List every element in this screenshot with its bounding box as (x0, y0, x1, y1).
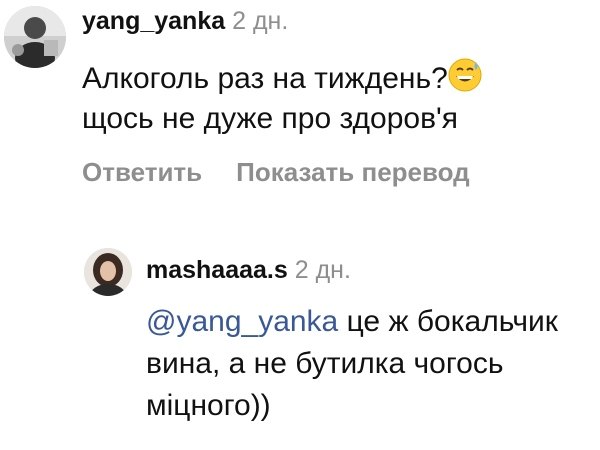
comment-time: 2 дн. (232, 7, 289, 35)
comment-text-line1: Алкоголь раз на тиждень? (82, 62, 448, 95)
mention-link[interactable]: @yang_yanka (146, 305, 338, 338)
username[interactable]: yang_yanka (82, 7, 225, 35)
grinning-face-with-sweat-icon (448, 58, 482, 99)
comment-text: @yang_yanka це ж бокальчик вина, а не бу… (146, 301, 586, 427)
comment-text-line2: щось не дуже про здоров'я (82, 102, 459, 135)
comment-header: yang_yanka 2 дн. (82, 6, 288, 36)
comment-time: 2 дн. (294, 256, 351, 284)
comment-header: mashaaaa.s 2 дн. (146, 255, 351, 285)
avatar[interactable] (4, 6, 66, 68)
comment-actions: Ответить Показать перевод (82, 157, 470, 187)
comment-text: Алкоголь раз на тиждень? щось не дуже пр… (82, 58, 592, 137)
show-translation-button[interactable]: Показать перевод (236, 157, 470, 187)
avatar[interactable] (84, 248, 132, 296)
reply-button[interactable]: Ответить (82, 157, 202, 187)
username[interactable]: mashaaaa.s (146, 256, 288, 284)
